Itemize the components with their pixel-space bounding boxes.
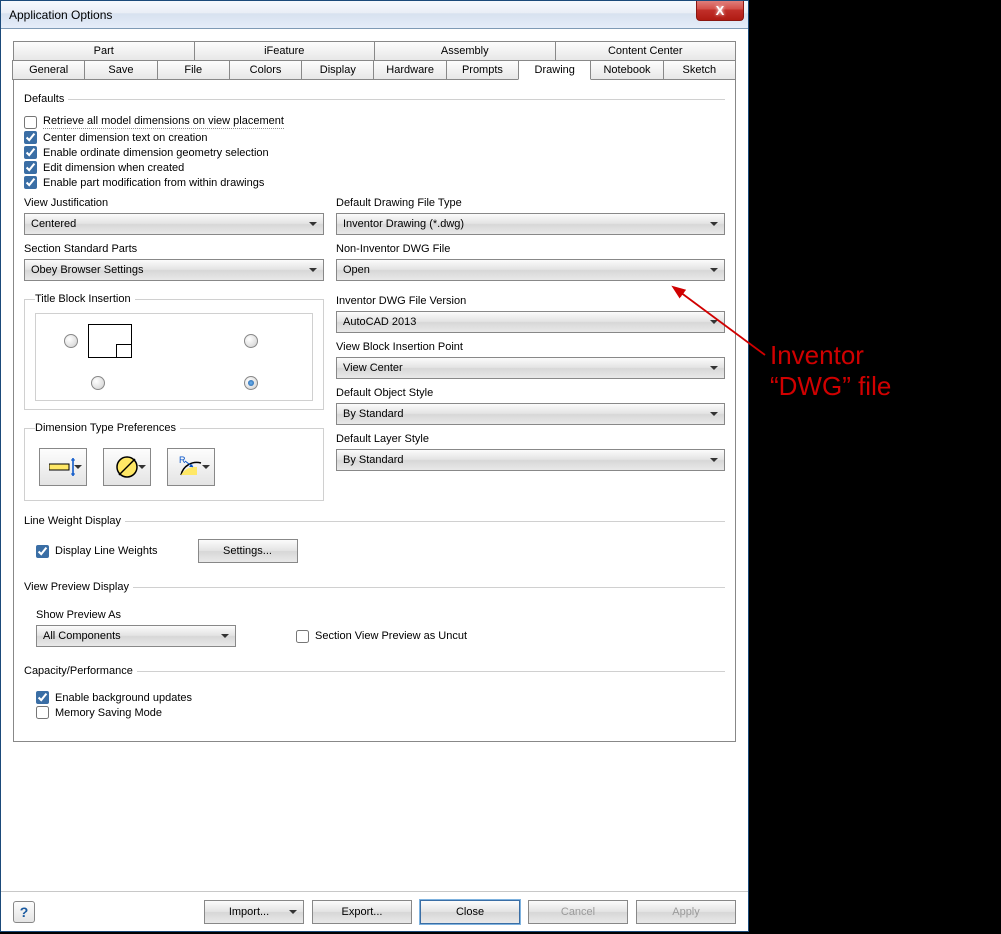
- tab-save[interactable]: Save: [84, 60, 157, 80]
- settings-button[interactable]: Settings...: [198, 539, 298, 563]
- enable-ordinate-label: Enable ordinate dimension geometry selec…: [43, 147, 269, 159]
- tab-assembly[interactable]: Assembly: [374, 41, 556, 61]
- tab-part[interactable]: Part: [13, 41, 195, 61]
- tab-notebook[interactable]: Notebook: [590, 60, 663, 80]
- dim-type-legend: Dimension Type Preferences: [35, 422, 180, 434]
- apply-button[interactable]: Apply: [636, 900, 736, 924]
- bg-updates-checkbox[interactable]: [36, 691, 49, 704]
- defaults-legend: Defaults: [24, 93, 68, 105]
- title-block-radio-tl[interactable]: [64, 334, 78, 348]
- display-line-weights-label: Display Line Weights: [55, 545, 158, 557]
- view-preview-legend: View Preview Display: [24, 581, 133, 593]
- layer-style-label: Default Layer Style: [336, 433, 725, 445]
- title-block-legend: Title Block Insertion: [35, 293, 135, 305]
- import-button[interactable]: Import...: [204, 900, 304, 924]
- tab-general[interactable]: General: [12, 60, 85, 80]
- titlebar: Application Options X: [1, 1, 748, 29]
- export-button[interactable]: Export...: [312, 900, 412, 924]
- inv-ver-dropdown[interactable]: AutoCAD 2013: [336, 311, 725, 333]
- close-button[interactable]: Close: [420, 900, 520, 924]
- center-dim-checkbox[interactable]: [24, 131, 37, 144]
- center-dim-label: Center dimension text on creation: [43, 132, 207, 144]
- dim-type-radius-button[interactable]: R: [167, 448, 215, 486]
- title-block-radio-br[interactable]: [244, 376, 258, 390]
- title-block-radio-bl[interactable]: [91, 376, 105, 390]
- line-weight-group: Line Weight Display Display Line Weights…: [24, 515, 725, 575]
- tab-content-drawing: Defaults Retrieve all model dimensions o…: [13, 79, 736, 742]
- tab-display[interactable]: Display: [301, 60, 374, 80]
- file-type-dropdown[interactable]: Inventor Drawing (*.dwg): [336, 213, 725, 235]
- view-preview-group: View Preview Display Show Preview As All…: [24, 581, 725, 659]
- dim-type-linear-button[interactable]: [39, 448, 87, 486]
- close-window-button[interactable]: X: [696, 1, 744, 21]
- section-uncut-checkbox[interactable]: [296, 630, 309, 643]
- dim-type-diameter-button[interactable]: [103, 448, 151, 486]
- mem-saving-checkbox[interactable]: [36, 706, 49, 719]
- dialog-footer: ? Import... Export... Close Cancel Apply: [1, 891, 748, 931]
- close-icon: X: [716, 3, 725, 18]
- tab-prompts[interactable]: Prompts: [446, 60, 519, 80]
- title-block-group: Title Block Insertion: [24, 293, 324, 410]
- capacity-legend: Capacity/Performance: [24, 665, 137, 677]
- enable-part-mod-label: Enable part modification from within dra…: [43, 177, 264, 189]
- tab-file[interactable]: File: [157, 60, 230, 80]
- inv-ver-label: Inventor DWG File Version: [336, 295, 725, 307]
- retrieve-checkbox[interactable]: [24, 116, 37, 129]
- obj-style-label: Default Object Style: [336, 387, 725, 399]
- capacity-group: Capacity/Performance Enable background u…: [24, 665, 725, 733]
- annotation-text: Inventor “DWG” file: [770, 340, 891, 402]
- tab-hardware[interactable]: Hardware: [373, 60, 446, 80]
- view-block-label: View Block Insertion Point: [336, 341, 725, 353]
- section-std-label: Section Standard Parts: [24, 243, 324, 255]
- section-uncut-label: Section View Preview as Uncut: [315, 630, 467, 642]
- edit-dim-label: Edit dimension when created: [43, 162, 184, 174]
- help-button[interactable]: ?: [13, 901, 35, 923]
- file-type-label: Default Drawing File Type: [336, 197, 725, 209]
- non-inv-dropdown[interactable]: Open: [336, 259, 725, 281]
- view-just-dropdown[interactable]: Centered: [24, 213, 324, 235]
- bg-updates-label: Enable background updates: [55, 692, 192, 704]
- section-std-dropdown[interactable]: Obey Browser Settings: [24, 259, 324, 281]
- svg-text:R: R: [179, 455, 186, 465]
- show-preview-dropdown[interactable]: All Components: [36, 625, 236, 647]
- tab-ifeature[interactable]: iFeature: [194, 41, 376, 61]
- tab-content-center[interactable]: Content Center: [555, 41, 737, 61]
- dim-type-group: Dimension Type Preferences R: [24, 422, 324, 501]
- edit-dim-checkbox[interactable]: [24, 161, 37, 174]
- tab-colors[interactable]: Colors: [229, 60, 302, 80]
- tab-sketch[interactable]: Sketch: [663, 60, 736, 80]
- non-inv-label: Non-Inventor DWG File: [336, 243, 725, 255]
- view-block-dropdown[interactable]: View Center: [336, 357, 725, 379]
- tab-drawing[interactable]: Drawing: [518, 60, 591, 80]
- obj-style-dropdown[interactable]: By Standard: [336, 403, 725, 425]
- view-just-label: View Justification: [24, 197, 324, 209]
- display-line-weights-checkbox[interactable]: [36, 545, 49, 558]
- mem-saving-label: Memory Saving Mode: [55, 707, 162, 719]
- layer-style-dropdown[interactable]: By Standard: [336, 449, 725, 471]
- title-block-radio-tr[interactable]: [244, 334, 258, 348]
- cancel-button[interactable]: Cancel: [528, 900, 628, 924]
- defaults-group: Defaults Retrieve all model dimensions o…: [24, 93, 725, 509]
- title-block-icon: [88, 324, 132, 358]
- enable-part-mod-checkbox[interactable]: [24, 176, 37, 189]
- application-options-dialog: Application Options X Part iFeature Asse…: [0, 0, 749, 932]
- line-weight-legend: Line Weight Display: [24, 515, 125, 527]
- enable-ordinate-checkbox[interactable]: [24, 146, 37, 159]
- retrieve-label: Retrieve all model dimensions on view pl…: [43, 115, 284, 129]
- show-preview-label: Show Preview As: [36, 609, 713, 621]
- window-title: Application Options: [9, 8, 112, 22]
